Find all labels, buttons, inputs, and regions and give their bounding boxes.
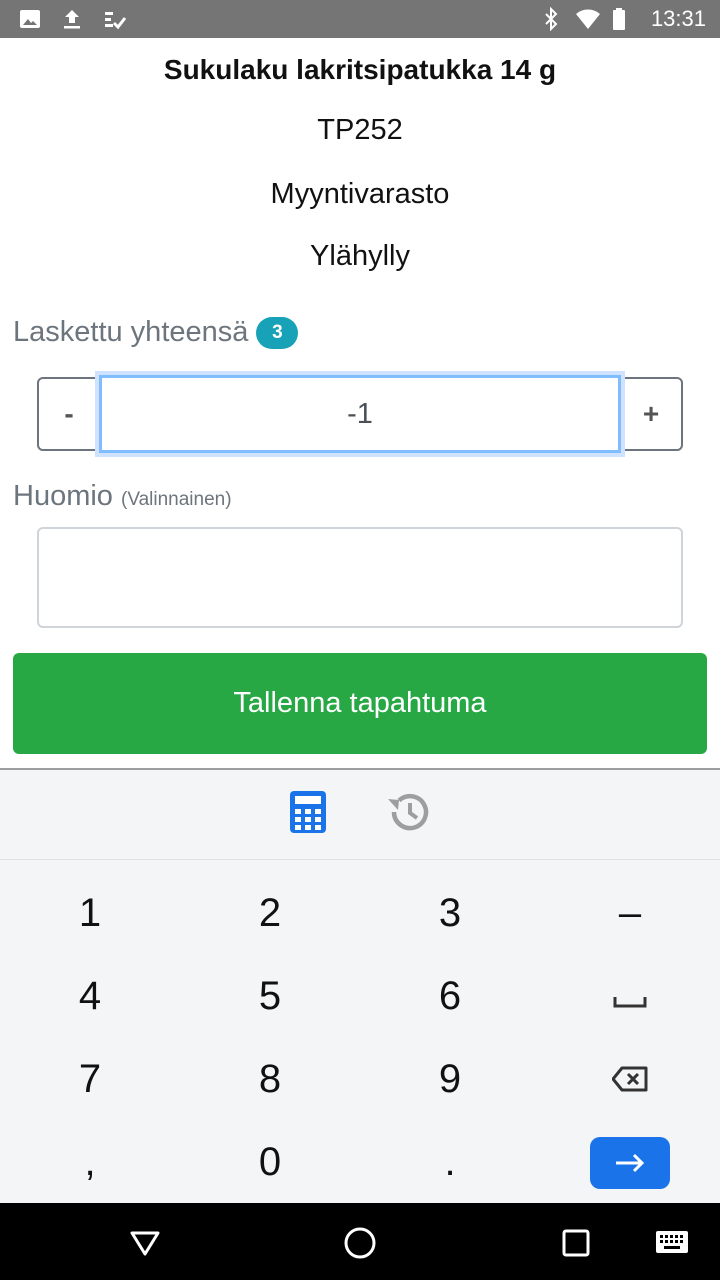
product-title: Sukulaku lakritsipatukka 14 g <box>163 54 557 85</box>
product-code: TP252 <box>317 114 403 146</box>
quantity-input[interactable]: -1 <box>99 375 621 453</box>
app-screen: 13:31 Sukulaku lakritsipatukka 14 g TP25… <box>0 0 720 1280</box>
checklist-icon <box>102 7 127 31</box>
wifi-icon <box>575 7 600 31</box>
key-minus[interactable]: – <box>540 872 720 955</box>
key-period[interactable]: . <box>360 1121 540 1204</box>
upload-icon <box>60 7 84 31</box>
key-4[interactable]: 4 <box>0 955 180 1038</box>
numeric-keyboard: 1 2 3 – 4 5 6 7 8 9 , 0 . <box>0 768 720 1203</box>
calculator-icon[interactable] <box>290 791 326 838</box>
note-field[interactable] <box>37 527 683 628</box>
key-9[interactable]: 9 <box>360 1038 540 1121</box>
history-icon[interactable] <box>386 791 430 838</box>
count-total-badge: 3 <box>256 316 299 349</box>
key-1[interactable]: 1 <box>0 872 180 955</box>
shelf-name: Ylähylly <box>310 240 410 272</box>
note-label: Huomio (Valinnainen) <box>13 480 232 513</box>
key-2[interactable]: 2 <box>180 872 360 955</box>
bluetooth-icon <box>539 6 563 32</box>
system-nav-bar <box>0 1203 720 1280</box>
keyboard-keys: 1 2 3 – 4 5 6 7 8 9 , 0 . <box>0 860 720 1204</box>
back-icon[interactable] <box>127 1225 163 1261</box>
backspace-icon <box>611 1057 648 1102</box>
count-total-label: Laskettu yhteensä 3 <box>13 316 299 349</box>
status-time: 13:31 <box>650 6 706 31</box>
key-3[interactable]: 3 <box>360 872 540 955</box>
keyboard-switch-icon[interactable] <box>654 1225 690 1261</box>
keyboard-toolbar <box>0 770 720 860</box>
space-icon <box>613 974 647 1019</box>
save-event-button[interactable]: Tallenna tapahtuma <box>13 653 707 754</box>
quantity-stepper: - -1 + <box>37 375 683 453</box>
warehouse-name: Myyntivarasto <box>270 178 450 210</box>
status-bar: 13:31 <box>0 0 720 38</box>
key-5[interactable]: 5 <box>180 955 360 1038</box>
home-icon[interactable] <box>342 1225 378 1261</box>
key-0[interactable]: 0 <box>180 1121 360 1204</box>
key-comma[interactable]: , <box>0 1121 180 1204</box>
count-total-text: Laskettu yhteensä <box>13 316 249 348</box>
image-icon <box>18 7 42 31</box>
battery-icon <box>611 7 635 31</box>
key-space[interactable] <box>540 955 720 1038</box>
recents-icon[interactable] <box>558 1225 594 1261</box>
decrement-button[interactable]: - <box>39 379 99 449</box>
note-optional-text: (Valinnainen) <box>121 489 232 510</box>
key-backspace[interactable] <box>540 1038 720 1121</box>
key-8[interactable]: 8 <box>180 1038 360 1121</box>
key-7[interactable]: 7 <box>0 1038 180 1121</box>
enter-arrow-icon <box>590 1136 670 1189</box>
increment-button[interactable]: + <box>621 379 681 449</box>
key-6[interactable]: 6 <box>360 955 540 1038</box>
key-enter[interactable] <box>540 1121 720 1204</box>
note-label-text: Huomio <box>13 480 113 512</box>
